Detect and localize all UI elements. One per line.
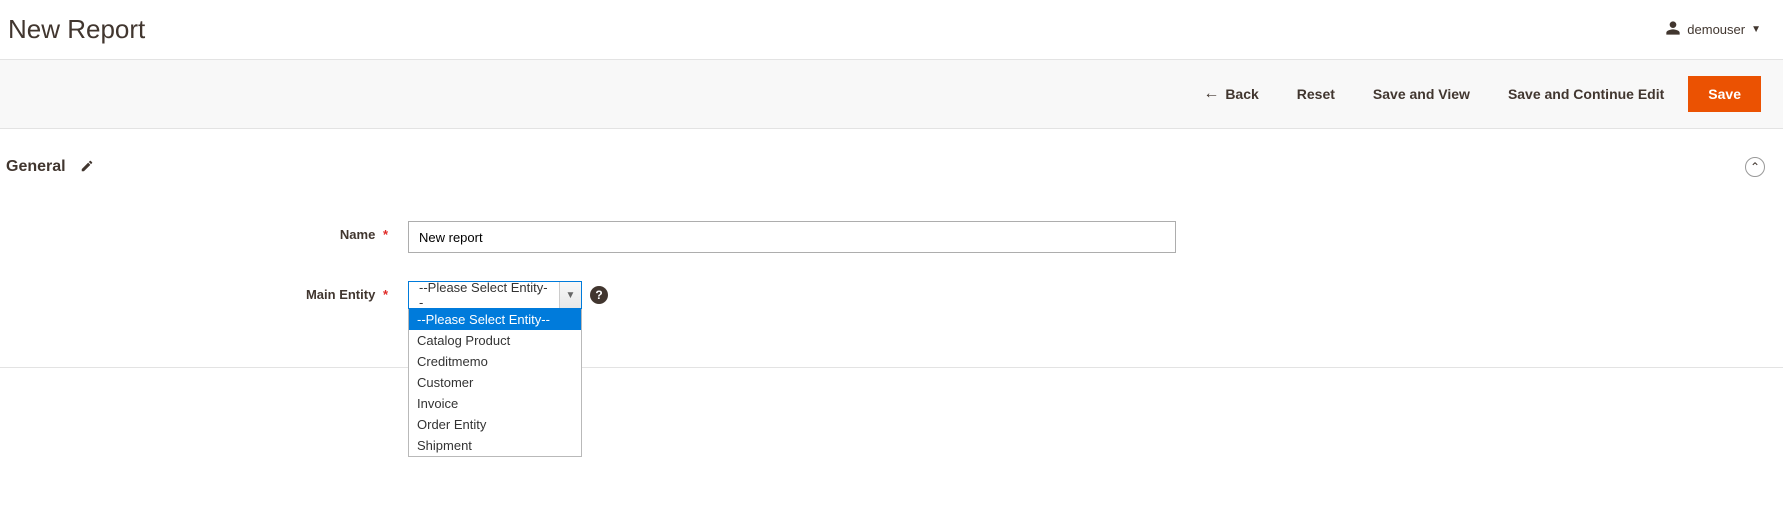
chevron-down-icon: ▼: [1751, 24, 1761, 35]
save-and-view-button[interactable]: Save and View: [1359, 78, 1484, 110]
section-header: General ⌃: [0, 129, 1783, 191]
dropdown-option-order-entity[interactable]: Order Entity: [409, 414, 581, 435]
name-label-text: Name: [340, 227, 375, 242]
save-button[interactable]: Save: [1688, 76, 1761, 112]
section-title: General: [6, 158, 66, 176]
name-label: Name *: [8, 221, 408, 242]
action-bar: ← Back Reset Save and View Save and Cont…: [0, 59, 1783, 129]
required-star-icon: *: [383, 227, 388, 242]
dropdown-option-customer[interactable]: Customer: [409, 372, 581, 393]
dropdown-option-catalog-product[interactable]: Catalog Product: [409, 330, 581, 351]
user-icon: [1665, 20, 1681, 39]
user-menu[interactable]: demouser ▼: [1665, 20, 1761, 39]
collapse-icon[interactable]: ⌃: [1745, 157, 1765, 177]
main-entity-label: Main Entity *: [8, 281, 408, 302]
reset-button[interactable]: Reset: [1283, 78, 1349, 110]
main-entity-select-wrap: --Please Select Entity-- ▼ ? --Please Se…: [408, 281, 608, 309]
chevron-up-icon: ⌃: [1750, 160, 1760, 174]
name-row: Name *: [8, 221, 1775, 253]
main-entity-selected-text: --Please Select Entity--: [409, 282, 559, 308]
page-title: New Report: [8, 14, 145, 45]
main-entity-select[interactable]: --Please Select Entity-- ▼: [408, 281, 582, 309]
dropdown-option-invoice[interactable]: Invoice: [409, 393, 581, 414]
main-entity-dropdown: --Please Select Entity-- Catalog Product…: [408, 309, 582, 457]
save-and-continue-button[interactable]: Save and Continue Edit: [1494, 78, 1678, 110]
dropdown-option-creditmemo[interactable]: Creditmemo: [409, 351, 581, 372]
main-entity-label-text: Main Entity: [306, 287, 375, 302]
help-icon[interactable]: ?: [590, 286, 608, 304]
username: demouser: [1687, 22, 1745, 37]
dropdown-option-placeholder[interactable]: --Please Select Entity--: [409, 309, 581, 330]
arrow-left-icon: ←: [1203, 85, 1219, 103]
pencil-icon[interactable]: [80, 159, 94, 176]
name-input[interactable]: [408, 221, 1176, 253]
main-entity-row: Main Entity * --Please Select Entity-- ▼…: [8, 281, 1775, 309]
chevron-down-icon[interactable]: ▼: [559, 282, 581, 308]
dropdown-option-shipment[interactable]: Shipment: [409, 435, 581, 456]
required-star-icon: *: [383, 287, 388, 302]
back-label: Back: [1225, 86, 1258, 102]
back-button[interactable]: ← Back: [1189, 77, 1272, 111]
form-body: Name * Main Entity * --Please Select Ent…: [0, 191, 1783, 368]
